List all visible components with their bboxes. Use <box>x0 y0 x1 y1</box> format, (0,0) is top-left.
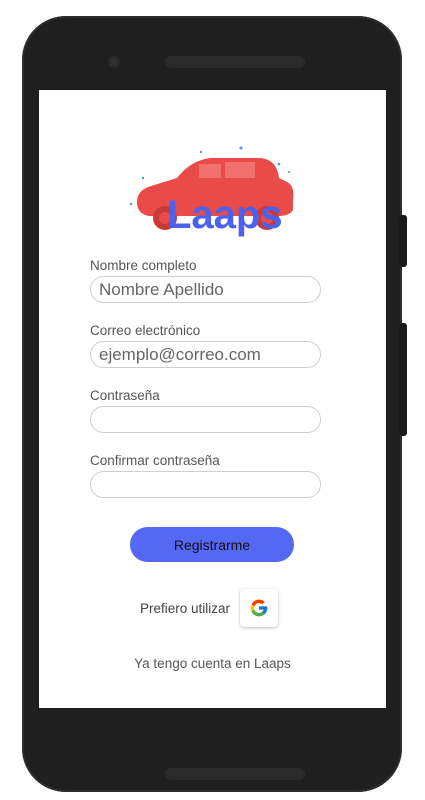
existing-account-link[interactable]: Ya tengo cuenta en Laaps <box>39 656 386 671</box>
power-button <box>399 215 407 267</box>
front-camera <box>108 56 120 68</box>
register-button[interactable]: Registrarme <box>130 527 294 562</box>
logo-text: Laaps <box>167 193 283 237</box>
top-speaker <box>165 56 305 68</box>
google-login-button[interactable] <box>240 589 279 627</box>
alt-login-row: Prefiero utilizar <box>140 588 279 628</box>
name-field[interactable] <box>90 276 321 303</box>
confirm-password-field[interactable] <box>90 471 321 498</box>
password-label: Contraseña <box>90 388 160 403</box>
volume-button <box>399 323 407 436</box>
name-label: Nombre completo <box>90 258 197 273</box>
bottom-speaker <box>165 768 305 780</box>
google-icon <box>250 599 268 617</box>
app-screen: Laaps Nombre completo Correo electrónico… <box>39 90 386 708</box>
confirm-password-label: Confirmar contraseña <box>90 453 220 468</box>
prefer-text: Prefiero utilizar <box>140 600 231 616</box>
app-logo: Laaps <box>129 146 294 237</box>
email-field[interactable] <box>90 341 321 368</box>
password-field[interactable] <box>90 406 321 433</box>
email-label: Correo electrónico <box>90 323 201 338</box>
